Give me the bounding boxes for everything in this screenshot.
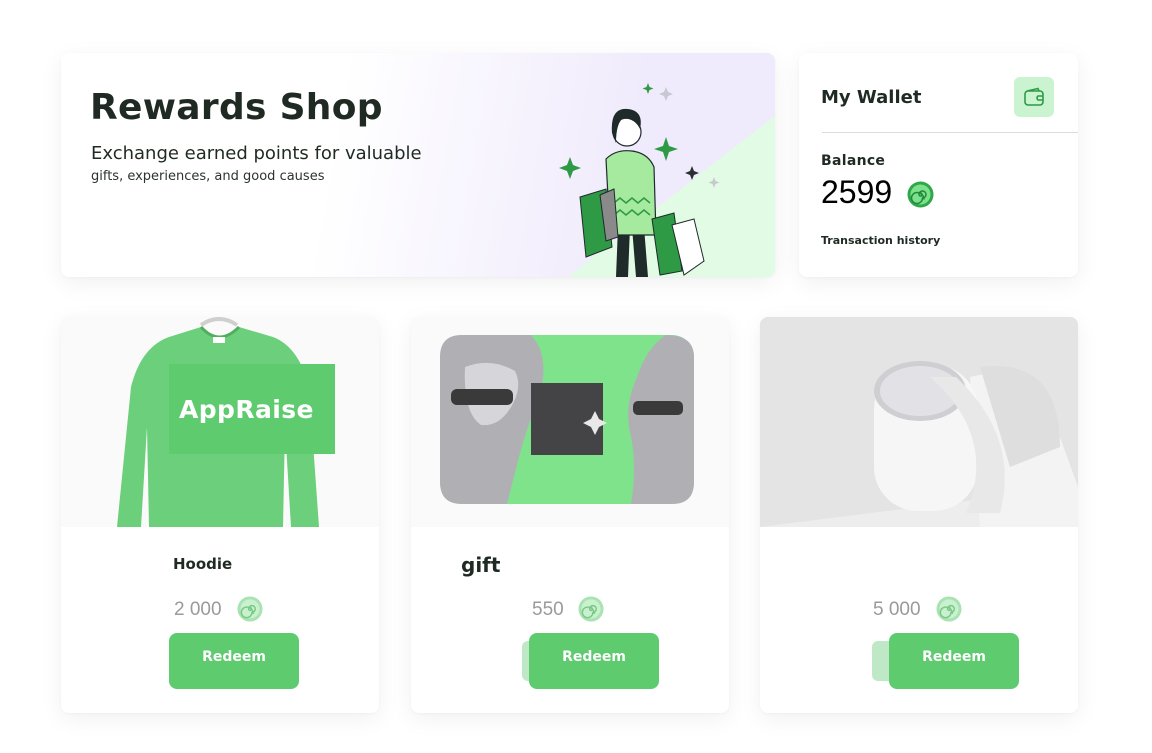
hero-subtitle-secondary: gifts, experiences, and good causes <box>91 169 325 184</box>
wallet-title: My Wallet <box>821 87 922 108</box>
coin-icon <box>907 181 934 208</box>
hero-banner: Rewards Shop Exchange earned points for … <box>61 53 775 277</box>
redeem-button[interactable]: Redeem <box>529 633 659 689</box>
coin-icon <box>237 596 263 622</box>
product-card: gift 550 Redeem <box>411 317 729 713</box>
wallet-divider <box>822 132 1078 133</box>
shopping-woman-illustration <box>559 83 720 277</box>
product-image: AppRaise <box>61 317 379 527</box>
wallet-card: My Wallet Balance 2599 Transaction histo… <box>799 53 1078 277</box>
transaction-history-link[interactable]: Transaction history <box>821 234 940 247</box>
product-image <box>760 317 1078 527</box>
product-price: 5 000 <box>873 599 921 620</box>
statue-busts-image <box>411 317 729 527</box>
product-name: gift <box>461 553 501 577</box>
product-image <box>411 317 729 527</box>
balance-value: 2599 <box>821 174 893 210</box>
wallet-icon[interactable] <box>1014 77 1054 117</box>
product-image-overlay: AppRaise <box>169 364 335 454</box>
redeem-button[interactable]: Redeem <box>169 633 299 689</box>
hero-subtitle: Exchange earned points for valuable <box>91 143 422 164</box>
redeem-button[interactable]: Redeem <box>889 633 1019 689</box>
page-title: Rewards Shop <box>90 87 383 128</box>
coin-icon <box>936 596 962 622</box>
product-price: 2 000 <box>174 599 222 620</box>
product-card: AppRaise Hoodie 2 000 Redeem <box>61 317 379 713</box>
speaker-image <box>760 317 1078 527</box>
product-price: 550 <box>532 599 564 620</box>
product-name: Hoodie <box>173 555 233 573</box>
product-card: 5 000 Redeem <box>760 317 1078 713</box>
balance-label: Balance <box>821 153 886 169</box>
coin-icon <box>578 596 604 622</box>
